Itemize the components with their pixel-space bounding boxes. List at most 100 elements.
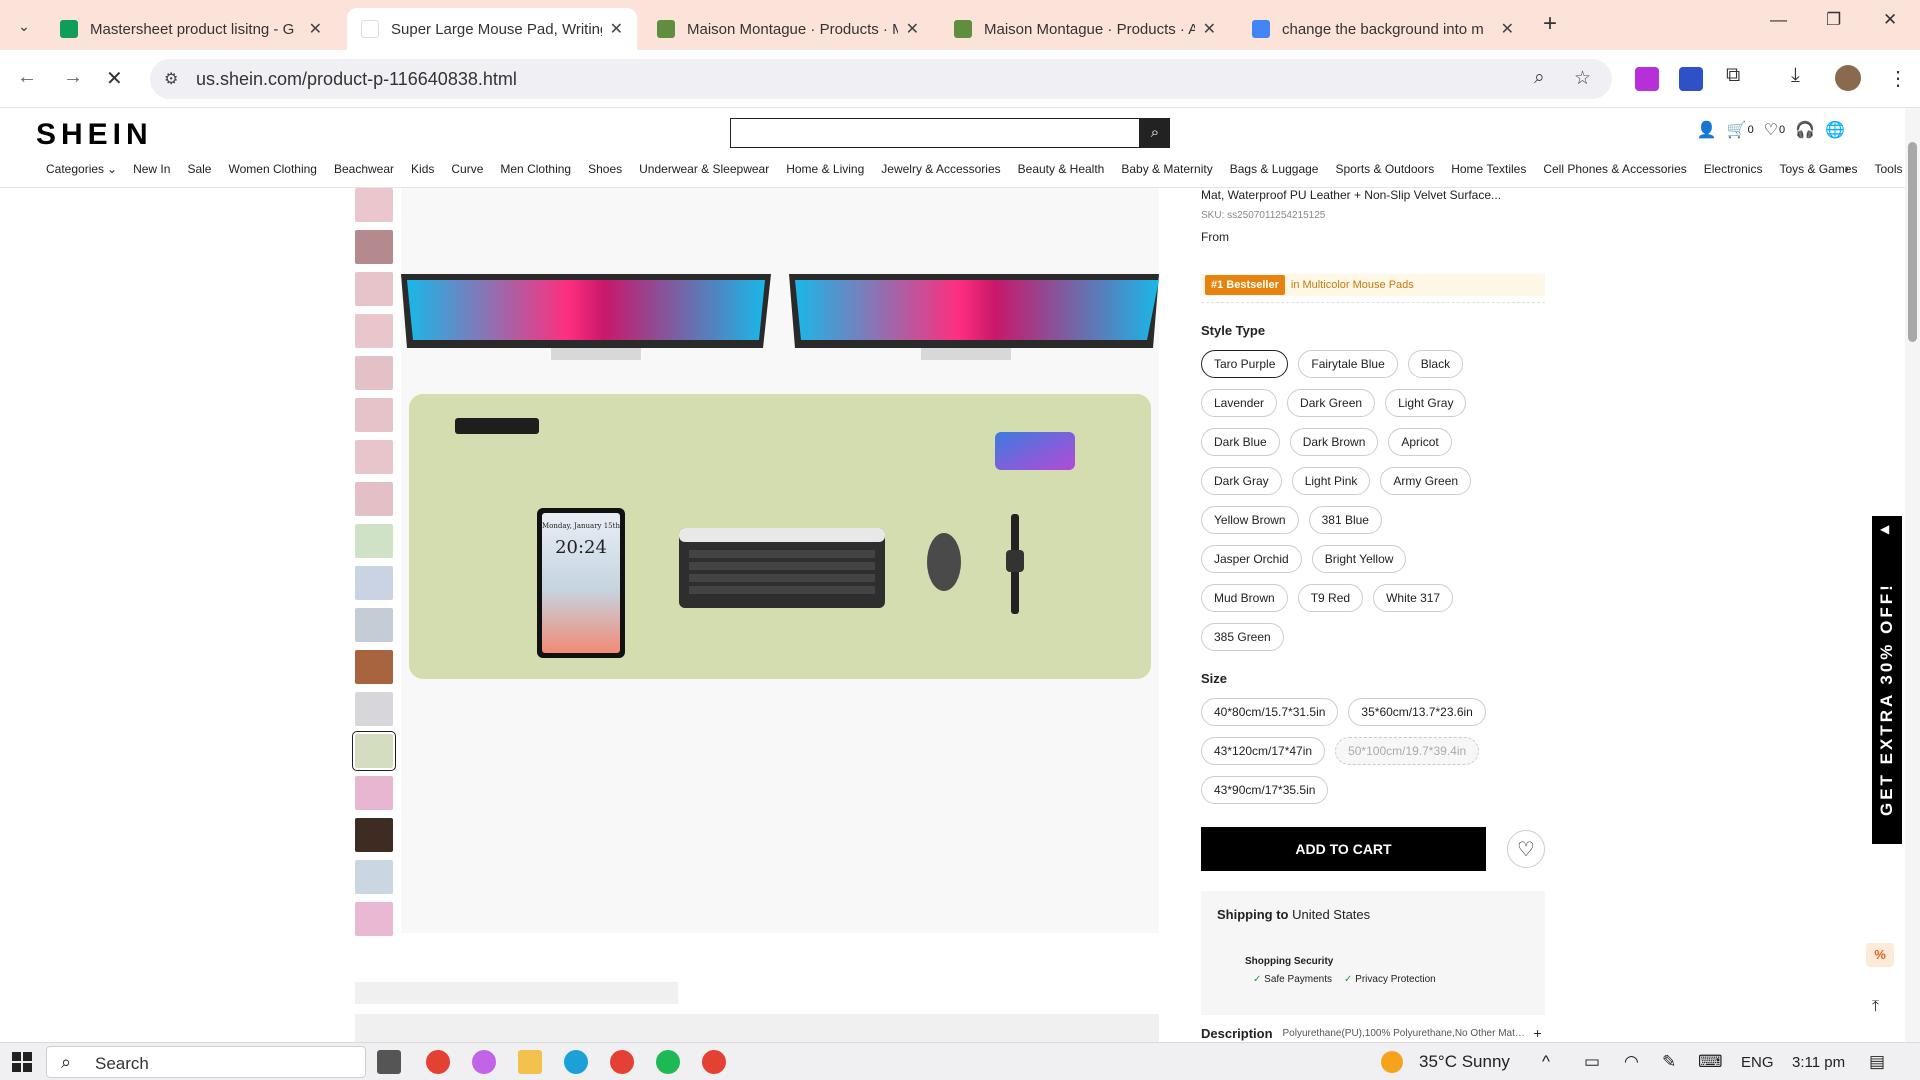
- product-main-image[interactable]: Monday, January 15th 20:24: [401, 188, 1159, 933]
- category-nav-item[interactable]: Shoes: [588, 162, 622, 176]
- coupon-badge-icon[interactable]: %: [1866, 943, 1894, 967]
- category-nav-item[interactable]: Kids: [411, 162, 434, 176]
- language-indicator[interactable]: ENG: [1741, 1054, 1774, 1071]
- style-option[interactable]: T9 Red: [1297, 584, 1364, 612]
- new-tab-button[interactable]: +: [1543, 10, 1557, 38]
- style-option[interactable]: Black: [1407, 350, 1464, 378]
- keyboard-icon[interactable]: ⌨: [1698, 1052, 1723, 1072]
- url-text[interactable]: us.shein.com/product-p-116640838.html: [196, 69, 517, 90]
- product-thumbnail[interactable]: [355, 524, 393, 558]
- support-icon[interactable]: 🎧: [1795, 120, 1815, 140]
- style-option[interactable]: Bright Yellow: [1311, 545, 1407, 573]
- product-thumbnail[interactable]: [355, 482, 393, 516]
- category-nav-next-icon[interactable]: ›: [1844, 160, 1849, 176]
- task-view-icon[interactable]: [377, 1050, 401, 1074]
- product-thumbnail[interactable]: [355, 356, 393, 390]
- size-option[interactable]: 43*90cm/17*35.5in: [1201, 776, 1329, 804]
- site-info-icon[interactable]: ⚙: [164, 69, 178, 89]
- wifi-icon[interactable]: ◠: [1624, 1052, 1639, 1072]
- description-row[interactable]: Description Polyurethane(PU),100% Polyur…: [1201, 1025, 1546, 1041]
- product-thumbnail[interactable]: [355, 272, 393, 306]
- size-option[interactable]: 40*80cm/15.7*31.5in: [1201, 698, 1339, 726]
- product-thumbnail[interactable]: [355, 230, 393, 264]
- language-icon[interactable]: 🌐: [1825, 120, 1845, 140]
- size-option[interactable]: 50*100cm/19.7*39.4in: [1335, 737, 1480, 765]
- style-option[interactable]: Lavender: [1201, 389, 1278, 417]
- tab-close-icon[interactable]: ✕: [1501, 19, 1514, 39]
- style-option[interactable]: Jasper Orchid: [1201, 545, 1302, 573]
- style-option[interactable]: Light Gray: [1385, 389, 1467, 417]
- promo-side-tab[interactable]: ◀ GET EXTRA 30% OFF!: [1872, 516, 1902, 844]
- forward-button[interactable]: →: [63, 66, 83, 89]
- category-nav-item[interactable]: Beachwear: [334, 162, 394, 176]
- style-option[interactable]: Apricot: [1388, 428, 1452, 456]
- style-option[interactable]: Dark Blue: [1201, 428, 1280, 456]
- restore-button[interactable]: ❐: [1826, 10, 1841, 30]
- style-option[interactable]: Army Green: [1380, 467, 1472, 495]
- style-option[interactable]: Dark Green: [1287, 389, 1376, 417]
- pen-icon[interactable]: ✎: [1662, 1052, 1676, 1072]
- product-thumbnail[interactable]: [355, 692, 393, 726]
- add-to-cart-button[interactable]: ADD TO CART: [1201, 827, 1486, 871]
- omnibox[interactable]: ⚙ us.shein.com/product-p-116640838.html …: [150, 59, 1612, 99]
- extension-icon[interactable]: [1679, 67, 1703, 91]
- chrome-taskbar-icon[interactable]: [426, 1050, 450, 1074]
- weather-text[interactable]: 35°C Sunny: [1419, 1052, 1510, 1072]
- downloads-icon[interactable]: ⤓: [1791, 64, 1800, 87]
- bestseller-banner[interactable]: #1 Bestseller in Multicolor Mouse Pads: [1201, 274, 1545, 296]
- style-option[interactable]: 381 Blue: [1308, 506, 1382, 534]
- shein-logo[interactable]: SHEIN: [36, 118, 153, 152]
- style-option[interactable]: Dark Brown: [1289, 428, 1379, 456]
- product-thumbnail[interactable]: [355, 902, 393, 936]
- back-to-top-icon[interactable]: ⤒: [1872, 998, 1879, 1016]
- weather-icon[interactable]: [1381, 1051, 1403, 1073]
- bookmark-star-icon[interactable]: ☆: [1574, 67, 1591, 90]
- account-icon[interactable]: 👤: [1697, 120, 1717, 140]
- cart-icon[interactable]: 🛒 0: [1727, 120, 1754, 140]
- copilot-taskbar-icon[interactable]: [472, 1050, 496, 1074]
- style-option[interactable]: Yellow Brown: [1201, 506, 1299, 534]
- browser-menu-icon[interactable]: ⋮: [1888, 66, 1908, 91]
- style-option[interactable]: 385 Green: [1201, 623, 1284, 651]
- back-button[interactable]: ←: [17, 66, 37, 89]
- style-option[interactable]: Mud Brown: [1201, 584, 1288, 612]
- category-nav-item[interactable]: Bags & Luggage: [1230, 162, 1319, 176]
- style-option[interactable]: White 317: [1373, 584, 1454, 612]
- category-nav-item[interactable]: Home & Living: [786, 162, 864, 176]
- wishlist-icon[interactable]: ♡ 0: [1764, 120, 1785, 140]
- product-thumbnail[interactable]: [355, 440, 393, 474]
- close-window-button[interactable]: ✕: [1883, 10, 1897, 30]
- wishlist-heart-icon[interactable]: ♡: [1507, 830, 1545, 868]
- minimize-button[interactable]: ―: [1770, 10, 1787, 30]
- category-nav-item[interactable]: Baby & Maternity: [1121, 162, 1212, 176]
- page-scrollbar[interactable]: [1905, 108, 1920, 1042]
- product-thumbnail[interactable]: [355, 818, 393, 852]
- style-option[interactable]: Taro Purple: [1201, 350, 1289, 378]
- spotify-taskbar-icon[interactable]: [656, 1050, 680, 1074]
- category-nav-item[interactable]: Sale: [187, 162, 211, 176]
- browser-tab[interactable]: change the background into m ✕: [1238, 8, 1528, 50]
- tab-close-icon[interactable]: ✕: [1203, 19, 1216, 39]
- category-nav-item[interactable]: Men Clothing: [500, 162, 571, 176]
- windows-start-icon[interactable]: [12, 1052, 32, 1072]
- product-thumbnail[interactable]: [355, 608, 393, 642]
- category-nav-item[interactable]: Categories: [46, 162, 104, 176]
- shipping-country[interactable]: United States: [1292, 907, 1370, 922]
- collapse-arrow-icon[interactable]: ◀: [1880, 522, 1889, 536]
- tray-chevron-icon[interactable]: ^: [1542, 1052, 1550, 1072]
- chrome-active-taskbar-icon[interactable]: [702, 1050, 726, 1074]
- product-thumbnail[interactable]: [355, 188, 393, 222]
- category-nav-item[interactable]: Jewelry & Accessories: [881, 162, 1000, 176]
- zoom-icon[interactable]: ⌕: [1534, 67, 1545, 89]
- browser-tab[interactable]: Mastersheet product lisitng - G ✕: [46, 8, 336, 50]
- downloader-extension-icon[interactable]: [1635, 67, 1659, 91]
- device-icon[interactable]: ▭: [1584, 1052, 1600, 1072]
- tab-close-icon[interactable]: ✕: [309, 19, 322, 39]
- profile-avatar[interactable]: [1835, 65, 1861, 91]
- search-input[interactable]: [730, 118, 1140, 148]
- style-option[interactable]: Dark Gray: [1201, 467, 1282, 495]
- category-nav-item[interactable]: New In: [133, 162, 170, 176]
- category-nav-item[interactable]: Cell Phones & Accessories: [1543, 162, 1686, 176]
- stop-loading-button[interactable]: ✕: [106, 66, 123, 91]
- notifications-icon[interactable]: ▤: [1869, 1052, 1885, 1072]
